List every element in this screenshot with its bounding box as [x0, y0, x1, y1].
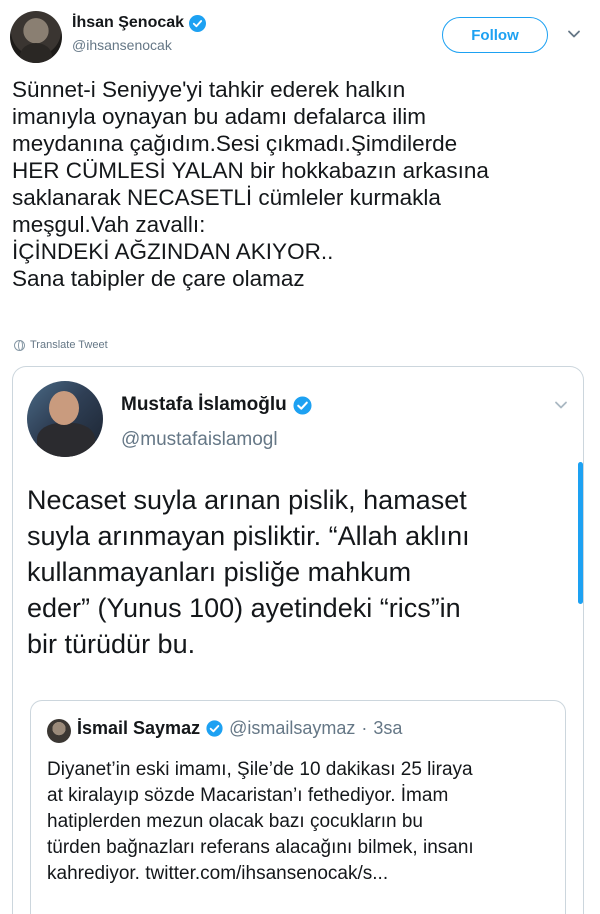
- verified-badge-icon: [206, 720, 223, 737]
- globe-icon: [14, 339, 25, 351]
- translate-tweet-link[interactable]: Translate Tweet: [14, 339, 108, 351]
- author-name-row[interactable]: İhsan Şenocak: [72, 14, 207, 32]
- author-avatar[interactable]: [10, 11, 62, 63]
- inner-author-display-name[interactable]: İsmail Saymaz: [77, 718, 200, 739]
- quoted-tweet-card[interactable]: Mustafa İslamoğlu @mustafaislamogl Necas…: [12, 366, 584, 914]
- tweet-text-line: İÇİNDEKİ AĞZINDAN AKIYOR..: [12, 239, 334, 264]
- chevron-down-icon[interactable]: [553, 397, 569, 413]
- tweet-text-line: Sana tabipler de çare olamaz: [12, 266, 305, 291]
- inner-timestamp[interactable]: 3sa: [373, 718, 402, 739]
- author-handle[interactable]: @ihsansenocak: [72, 37, 172, 53]
- tweet-text-line: meşgul.Vah zavallı:: [12, 212, 206, 237]
- inner-author-handle[interactable]: @ismailsaymaz: [229, 718, 355, 739]
- inner-text-line: hatiplerden mezun olacak bazı çocukların…: [47, 811, 424, 832]
- quoted-text-line: bir türüdür bu.: [27, 629, 196, 659]
- verified-badge-icon: [189, 14, 207, 32]
- follow-button[interactable]: Follow: [442, 17, 548, 53]
- tweet-text-line: Sünnet-i Seniyye'yi tahkir ederek halkın: [12, 77, 406, 102]
- inner-text-line: türden bağnazları referans alacağını bil…: [47, 837, 474, 858]
- quoted-author-handle[interactable]: @mustafaislamogl: [121, 429, 278, 451]
- inner-author-avatar[interactable]: [47, 719, 71, 743]
- quoted-tweet-text: Necaset suyla arınan pislik, hamaset suy…: [27, 482, 572, 662]
- inner-text-line: Diyanet’in eski imamı, Şile’de 10 dakika…: [47, 759, 473, 780]
- quoted-author-name-row[interactable]: Mustafa İslamoğlu: [121, 394, 312, 416]
- inner-text-line: at kiralayıp sözde Macaristan’ı fethediy…: [47, 785, 449, 806]
- inner-quoted-tweet[interactable]: İsmail Saymaz @ismailsaymaz · 3sa Diyane…: [30, 700, 566, 914]
- tweet-text-line: meydanına çağıdım.Sesi çıkmadı.Şimdilerd…: [12, 131, 458, 156]
- scrollbar[interactable]: [578, 462, 583, 604]
- quoted-author-avatar[interactable]: [27, 381, 103, 457]
- separator-dot: ·: [361, 718, 368, 738]
- translate-label[interactable]: Translate Tweet: [30, 339, 108, 351]
- tweet-header: İhsan Şenocak @ihsansenocak Follow: [0, 0, 600, 70]
- quoted-text-line: suyla arınmayan pisliktir. “Allah aklını: [27, 521, 470, 551]
- tweet-text-line: HER CÜMLESİ YALAN bir hokkabazın arkasın…: [12, 158, 489, 183]
- tweet-text-line: imanıyla oynayan bu adamı defalarca ilim: [12, 104, 426, 129]
- verified-badge-icon: [293, 395, 312, 415]
- quoted-text-line: kullanmayanları pisliğe mahkum: [27, 557, 412, 587]
- tweet-text-line: saklanarak NECASETLİ cümleler kurmakla: [12, 185, 441, 210]
- chevron-down-icon[interactable]: [566, 26, 582, 42]
- quoted-text-line: eder” (Yunus 100) ayetindeki “rics”in: [27, 593, 461, 623]
- quoted-author-display-name[interactable]: Mustafa İslamoğlu: [121, 394, 287, 416]
- quoted-text-line: Necaset suyla arınan pislik, hamaset: [27, 485, 467, 515]
- inner-tweet-text: Diyanet’in eski imamı, Şile’de 10 dakika…: [47, 757, 562, 887]
- tweet-text: Sünnet-i Seniyye'yi tahkir ederek halkın…: [12, 76, 592, 292]
- inner-author-row[interactable]: İsmail Saymaz @ismailsaymaz · 3sa: [77, 718, 402, 739]
- author-display-name[interactable]: İhsan Şenocak: [72, 14, 184, 32]
- inner-text-line[interactable]: kahrediyor. twitter.com/ihsansenocak/s..…: [47, 861, 562, 887]
